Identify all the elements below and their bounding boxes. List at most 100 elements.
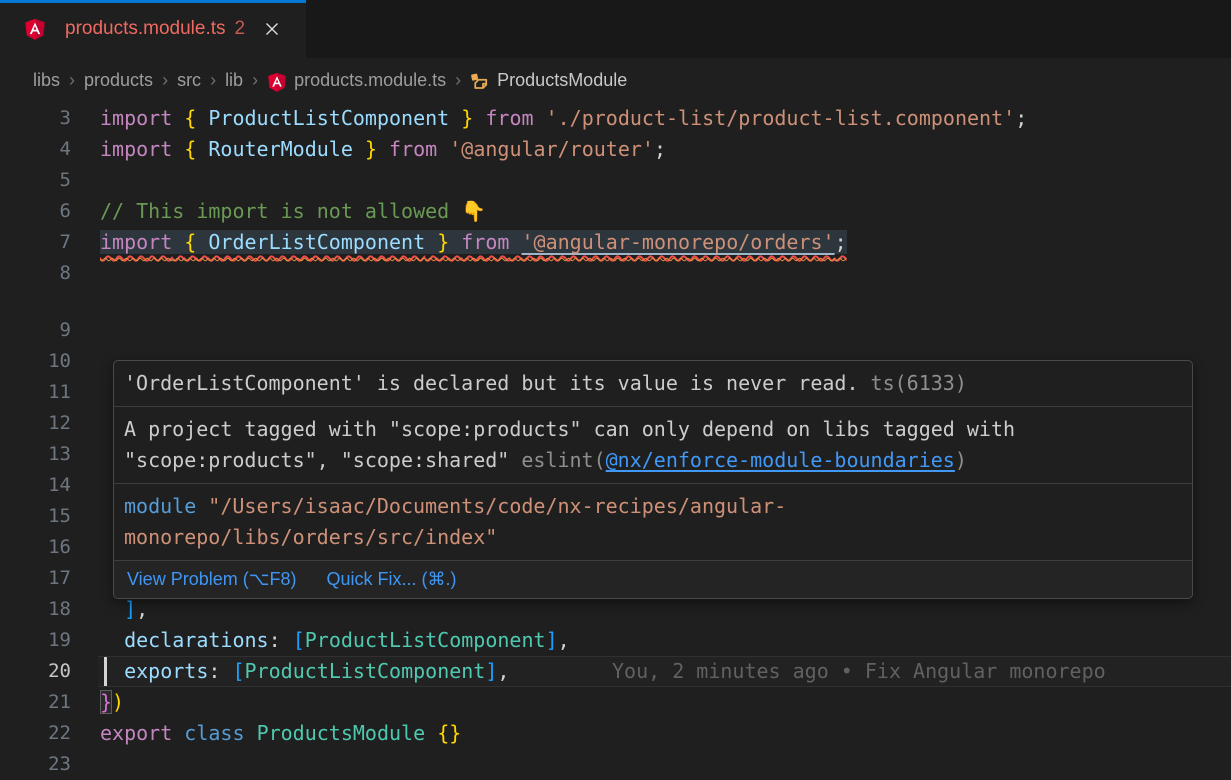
close-icon xyxy=(264,21,280,37)
line-number[interactable]: 23 xyxy=(0,749,98,780)
code-token xyxy=(437,137,449,161)
line-number[interactable]: 20 xyxy=(0,656,98,687)
row-spacer xyxy=(0,289,1231,315)
editor-tab[interactable]: products.module.ts 2 xyxy=(0,0,306,58)
code-token: : xyxy=(269,628,281,652)
code-token: ProductListComponent xyxy=(208,106,449,130)
breadcrumb-item-libs[interactable]: libs xyxy=(33,70,60,91)
line-number[interactable]: 3 xyxy=(0,103,98,134)
tab-close-button[interactable] xyxy=(259,16,285,42)
code-token xyxy=(353,137,365,161)
view-problem-button[interactable]: View Problem (⌥F8) xyxy=(127,569,296,590)
breadcrumb-item-lib[interactable]: lib xyxy=(225,70,243,91)
code-token: declarations xyxy=(124,628,269,652)
code-line-22[interactable]: 22export class ProductsModule {} xyxy=(0,718,1231,749)
line-number[interactable]: 18 xyxy=(0,594,98,625)
code-line-7[interactable]: 7import { OrderListComponent } from '@an… xyxy=(0,227,1231,258)
code-token: from xyxy=(389,137,437,161)
code-line-5[interactable]: 5 xyxy=(0,165,1231,196)
code-line-8[interactable]: 8 xyxy=(0,258,1231,289)
line-number[interactable]: 12 xyxy=(0,408,98,439)
code-token xyxy=(245,721,257,745)
breadcrumb-item-products[interactable]: products xyxy=(84,70,153,91)
eslint-rule-link[interactable]: @nx/enforce-module-boundaries xyxy=(606,448,955,472)
line-number[interactable]: 14 xyxy=(0,470,98,501)
diagnostic-text-line2: "scope:products", "scope:shared" xyxy=(124,448,509,472)
line-number[interactable]: 21 xyxy=(0,687,98,718)
line-number[interactable]: 6 xyxy=(0,196,98,227)
code-token: ; xyxy=(654,137,666,161)
code-token: } xyxy=(365,137,377,161)
diagnostic-source-prefix: eslint( xyxy=(509,448,605,472)
code-token: ProductListComponent xyxy=(245,659,486,683)
line-number[interactable]: 10 xyxy=(0,346,98,377)
code-token: ; xyxy=(835,230,847,254)
line-number[interactable]: 16 xyxy=(0,532,98,563)
line-number[interactable]: 7 xyxy=(0,227,98,258)
code-text: export class ProductsModule {} xyxy=(100,721,461,745)
code-token: // This import is not allowed xyxy=(100,199,461,223)
code-token xyxy=(196,137,208,161)
breadcrumb-item-file[interactable]: products.module.ts xyxy=(294,70,446,91)
line-number[interactable]: 9 xyxy=(0,315,98,346)
code-text: ], xyxy=(100,597,148,621)
code-token xyxy=(377,137,389,161)
code-line-6[interactable]: 6// This import is not allowed 👇 xyxy=(0,196,1231,227)
code-token xyxy=(425,721,437,745)
code-token: exports xyxy=(124,659,208,683)
eslint-diagnostic-message: A project tagged with "scope:products" c… xyxy=(114,406,1192,483)
line-number[interactable]: 15 xyxy=(0,501,98,532)
code-token xyxy=(172,137,184,161)
angular-icon xyxy=(24,18,46,40)
line-number[interactable]: 19 xyxy=(0,625,98,656)
angular-icon xyxy=(267,72,287,92)
git-blame-annotation: You, 2 minutes ago • Fix Angular monorep… xyxy=(612,656,1106,687)
line-number[interactable]: 5 xyxy=(0,165,98,196)
code-token xyxy=(509,230,521,254)
line-number[interactable]: 13 xyxy=(0,439,98,470)
breadcrumb-item-symbol[interactable]: ProductsModule xyxy=(497,70,627,91)
code-line-9[interactable]: 9 xyxy=(0,315,1231,346)
diagnostic-source-suffix: ) xyxy=(955,448,967,472)
line-number[interactable]: 4 xyxy=(0,134,98,165)
module-keyword: module xyxy=(124,494,196,518)
code-line-4[interactable]: 4import { RouterModule } from '@angular/… xyxy=(0,134,1231,165)
error-squiggle-range: import { OrderListComponent } from '@ang… xyxy=(100,230,847,254)
ts-diagnostic-message: 'OrderListComponent' is declared but its… xyxy=(114,361,1192,406)
code-token xyxy=(172,106,184,130)
code-token: export xyxy=(100,721,172,745)
code-token: import xyxy=(100,230,172,254)
breadcrumb-separator: › xyxy=(210,70,216,91)
code-token: : xyxy=(208,659,220,683)
diagnostic-text: 'OrderListComponent' is declared but its… xyxy=(124,371,859,395)
code-editor[interactable]: 3import { ProductListComponent } from '.… xyxy=(0,102,1231,780)
editor-tab-strip: products.module.ts 2 xyxy=(0,0,1231,58)
code-text: import { RouterModule } from '@angular/r… xyxy=(100,137,666,161)
code-token: {} xyxy=(437,721,461,745)
code-line-3[interactable]: 3import { ProductListComponent } from '.… xyxy=(0,103,1231,134)
code-token: './product-list/product-list.component' xyxy=(546,106,1016,130)
line-number[interactable]: 22 xyxy=(0,718,98,749)
code-token: , xyxy=(558,628,570,652)
code-line-19[interactable]: 19 declarations: [ProductListComponent], xyxy=(0,625,1231,656)
code-line-23[interactable]: 23 xyxy=(0,749,1231,780)
code-token: import xyxy=(100,137,172,161)
code-line-21[interactable]: 21}) xyxy=(0,687,1231,718)
code-token: ProductsModule xyxy=(257,721,426,745)
line-number[interactable]: 11 xyxy=(0,377,98,408)
code-line-20[interactable]: 20 exports: [ProductListComponent], You, … xyxy=(0,656,1231,687)
code-token xyxy=(449,106,461,130)
code-token xyxy=(172,230,184,254)
code-token: class xyxy=(184,721,244,745)
code-text: import { OrderListComponent } from '@ang… xyxy=(100,230,847,254)
line-number[interactable]: 17 xyxy=(0,563,98,594)
code-token xyxy=(281,628,293,652)
breadcrumb-item-src[interactable]: src xyxy=(177,70,201,91)
module-path-line2: monorepo/libs/orders/src/index" xyxy=(124,525,497,549)
code-text: declarations: [ProductListComponent], xyxy=(100,628,570,652)
code-token: '@angular/router' xyxy=(449,137,654,161)
line-number[interactable]: 8 xyxy=(0,258,98,289)
quick-fix-button[interactable]: Quick Fix... (⌘.) xyxy=(326,569,456,590)
code-text: exports: [ProductListComponent], xyxy=(100,659,509,683)
code-token xyxy=(220,659,232,683)
